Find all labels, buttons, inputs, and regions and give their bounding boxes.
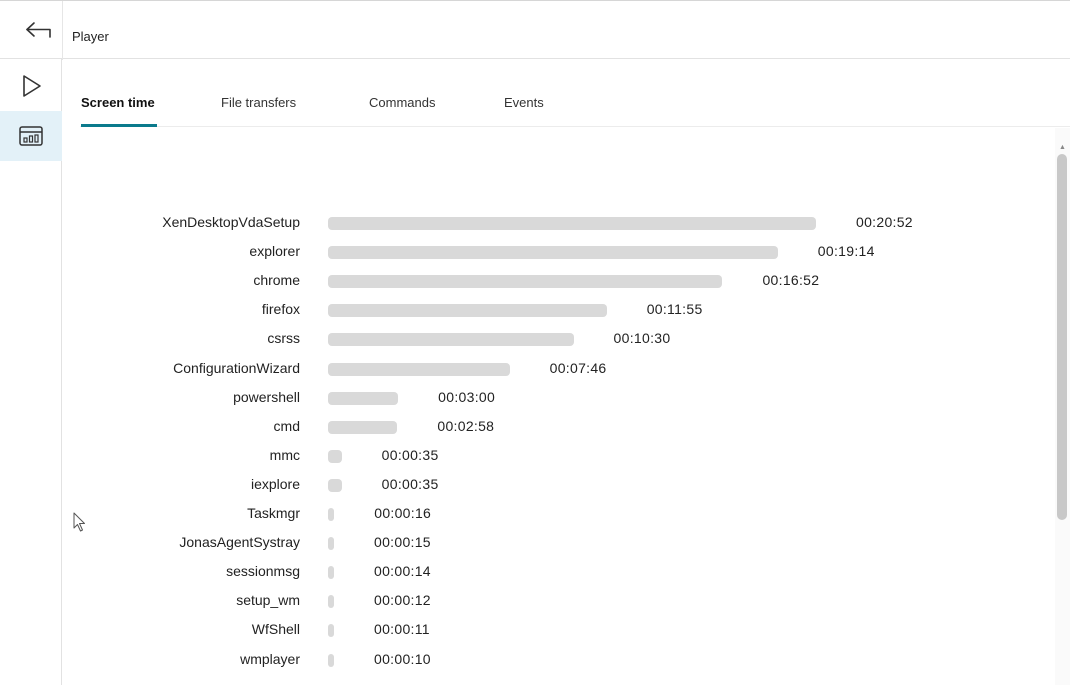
bar-value-label: 00:19:14 [817, 243, 875, 260]
bar [328, 362, 510, 376]
scroll-up-arrow-icon[interactable]: ▲ [1059, 144, 1066, 151]
bar-label: sessionmsg [226, 563, 300, 580]
bar-label: powershell [233, 388, 300, 405]
bar [328, 420, 398, 434]
bar [328, 624, 334, 638]
tab-file-transfers[interactable]: File transfers [221, 95, 296, 110]
bar-value-label: 00:10:30 [613, 330, 671, 347]
bar [328, 653, 334, 667]
bar-value-label: 00:11:55 [646, 301, 703, 318]
bar [328, 508, 335, 521]
bar-label: Taskmgr [247, 505, 300, 521]
bar-label: chrome [253, 272, 300, 289]
play-icon [23, 75, 41, 97]
screen-time-chart: XenDesktopVdaSetup 00:20:52 explorer 00:19:… [62, 128, 1055, 685]
top-bar: Player [0, 0, 1070, 60]
bar-value-label: 00:02:58 [437, 417, 495, 434]
left-rail [0, 59, 62, 685]
back-arrow-icon [26, 22, 51, 38]
bar-label: iexplore [250, 475, 300, 492]
bar-value-label: 00:00:35 [381, 446, 439, 463]
bar-value-label: 00:07:46 [549, 359, 607, 376]
bar-label: setup_wm [236, 592, 300, 609]
bar [328, 478, 342, 492]
bar-value-label: 00:00:12 [374, 592, 431, 609]
top-bar-divider [62, 1, 63, 60]
bar-value-label: 00:00:10 [374, 650, 431, 667]
bar-label: XenDesktopVdaSetup [162, 214, 300, 230]
tab-commands[interactable]: Commands [369, 95, 435, 110]
bar-label: csrss [267, 330, 300, 347]
bar-chart-icon [19, 126, 43, 146]
bar [328, 595, 334, 609]
tab-events[interactable]: Events [504, 95, 544, 110]
bar-label: wmplayer [240, 650, 300, 667]
bar-value-label: 00:16:52 [762, 272, 820, 289]
bar-label: mmc [269, 446, 300, 463]
bar [328, 275, 723, 289]
bar-value-label: 00:00:14 [374, 563, 431, 580]
page-title: Player [72, 29, 109, 44]
bar-label: firefox [261, 301, 300, 318]
mouse-pointer-icon [73, 512, 85, 532]
bar-label: cmd [273, 417, 300, 434]
bar [328, 566, 334, 580]
bar-value-label: 00:00:35 [381, 475, 439, 492]
bar [328, 217, 816, 230]
rail-item-play[interactable] [0, 61, 62, 111]
bar [328, 391, 399, 405]
tab-screen-time[interactable]: Screen time [81, 95, 155, 110]
bar-label: JonasAgentSystray [179, 534, 300, 551]
screen-recording-player: Player Screen time File transfers Comman… [0, 0, 1070, 685]
bar-label: ConfigurationWizard [173, 359, 300, 376]
back-button[interactable] [22, 17, 56, 43]
bar [328, 304, 607, 318]
bar [328, 537, 334, 551]
tab-bar: Screen time File transfers Commands Even… [80, 92, 1070, 127]
vertical-scrollbar[interactable]: ▲ [1055, 128, 1070, 685]
bar [328, 246, 778, 260]
rail-item-statistics[interactable] [0, 111, 62, 161]
bar-value-label: 00:00:15 [374, 534, 431, 551]
bar-value-label: 00:03:00 [438, 388, 496, 405]
bar [328, 333, 574, 347]
active-tab-indicator [81, 124, 157, 127]
bar-value-label: 00:00:11 [374, 621, 430, 638]
bar-label: WfShell [251, 621, 300, 638]
bar [328, 449, 342, 463]
scrollbar-thumb[interactable] [1057, 154, 1067, 520]
bar-value-label: 00:20:52 [856, 214, 913, 230]
bar-label: explorer [249, 243, 300, 260]
bar-value-label: 00:00:16 [374, 505, 432, 521]
